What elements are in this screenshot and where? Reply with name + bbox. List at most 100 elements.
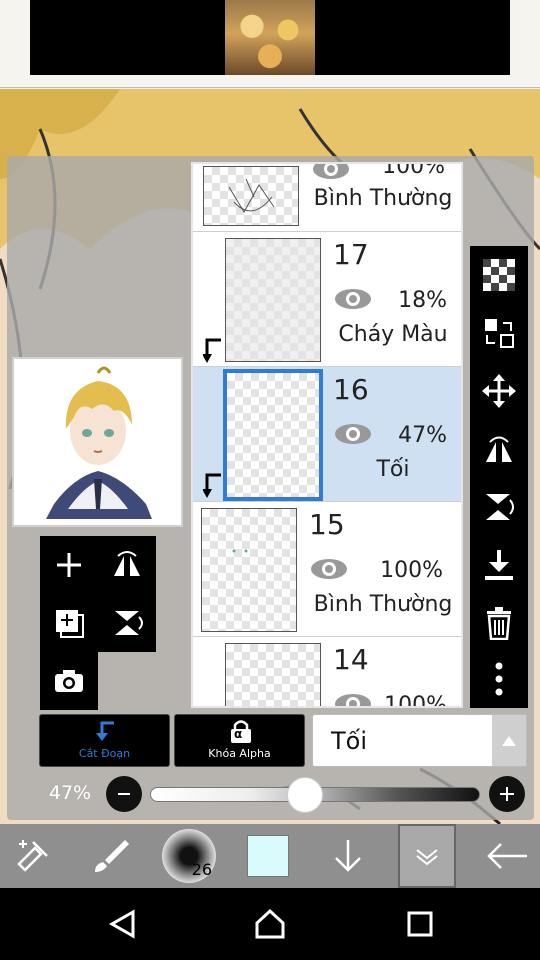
chevron-down-double-icon [416, 849, 438, 866]
blend-mode-dropdown-button[interactable] [492, 715, 526, 766]
layer-thumbnail-selected[interactable] [223, 369, 323, 501]
layer-blend-mode: Cháy Màu [338, 322, 448, 347]
flip-button[interactable] [470, 420, 528, 478]
duplicate-layer-button[interactable] [40, 594, 98, 652]
clipping-button[interactable]: Cắt Đoạn [39, 714, 170, 767]
layer-number: 16 [333, 373, 369, 406]
alpha-symbol: α [234, 727, 243, 741]
chevron-up-icon [502, 735, 516, 746]
flip-icon [486, 436, 512, 462]
delete-layer-button[interactable] [470, 594, 528, 652]
layer-row-15[interactable]: 15 100% Bình Thường [193, 502, 461, 637]
layer-row-partial[interactable]: 100% Bình Thường [193, 164, 461, 232]
brush-icon [95, 840, 129, 872]
layer-row-14[interactable]: 14 100% [193, 637, 461, 708]
clipping-label: Cắt Đoạn [78, 747, 131, 760]
character-preview-image [46, 366, 152, 519]
color-button[interactable] [240, 824, 296, 888]
opacity-decrease-button[interactable] [106, 776, 142, 812]
color-swatch [247, 835, 289, 877]
blend-mode-select[interactable]: Tối [312, 714, 527, 767]
layer-menu-button[interactable] [398, 824, 456, 888]
flip-vertical-button-right[interactable] [470, 478, 528, 536]
brush-size-button[interactable]: 26 [158, 824, 220, 888]
nav-back-button[interactable] [77, 888, 167, 960]
layers-list[interactable]: 100% Bình Thường 17 18% Cháy Màu 16 47% … [191, 162, 463, 708]
left-layer-tools [40, 536, 156, 710]
bottom-toolbar: 26 [0, 824, 540, 888]
flip-horizontal-button[interactable] [98, 536, 156, 594]
nav-home-button[interactable] [225, 888, 315, 960]
brush-size-value: 26 [191, 860, 212, 879]
flip-vertical-icon [486, 494, 514, 520]
alpha-lock-label: Khóa Alpha [208, 747, 271, 760]
layer-row-17[interactable]: 17 18% Cháy Màu [193, 232, 461, 367]
nav-back-icon [108, 909, 135, 939]
add-icon [57, 553, 81, 577]
layer-opacity: 47% [398, 423, 447, 448]
layer-down-button[interactable] [318, 824, 378, 888]
transparency-icon [483, 259, 515, 291]
add-layer-button[interactable] [40, 536, 98, 594]
layer-opacity: 100% [384, 693, 447, 708]
opacity-increase-button[interactable] [489, 776, 525, 812]
delete-icon [487, 607, 511, 640]
visibility-eye-icon[interactable] [311, 162, 351, 182]
nav-home-icon [255, 908, 285, 939]
back-button[interactable] [474, 824, 540, 888]
layer-opacity: 100% [382, 162, 445, 179]
canvas-preview[interactable] [12, 357, 183, 527]
add-layer-icon [56, 610, 84, 638]
visibility-eye-icon[interactable] [333, 286, 373, 312]
visibility-eye-icon[interactable] [309, 556, 349, 582]
visibility-eye-icon[interactable] [333, 421, 373, 447]
layer-number: 14 [333, 643, 369, 676]
brush-preview-icon: 26 [162, 829, 216, 883]
layer-thumbnail[interactable] [225, 238, 321, 362]
move-button[interactable] [470, 362, 528, 420]
layer-thumbnail[interactable] [201, 508, 297, 632]
layer-opacity: 18% [398, 288, 447, 313]
more-options-button[interactable] [470, 650, 528, 708]
ad-banner[interactable] [0, 0, 540, 88]
clipping-arrow-icon [203, 473, 221, 498]
alpha-lock-button[interactable]: α Khóa Alpha [174, 714, 305, 767]
transform-swap-button[interactable] [470, 304, 528, 362]
merge-down-button[interactable] [470, 536, 528, 594]
ad-image[interactable] [225, 0, 315, 75]
sketch-thumbnail-image [228, 178, 275, 213]
merge-down-icon [485, 550, 513, 580]
opacity-label: 47% [48, 782, 92, 804]
pen-eraser-icon [17, 840, 48, 872]
flip-vertical-button[interactable] [98, 594, 156, 652]
ad-frame[interactable] [30, 0, 510, 75]
right-layer-toolbar [470, 246, 528, 708]
flip-vertical-icon [115, 611, 143, 635]
arrow-left-icon [487, 843, 527, 869]
clipping-arrow-icon [203, 338, 221, 363]
layer-number: 15 [309, 508, 345, 541]
camera-icon [55, 670, 83, 692]
layer-thumbnail[interactable] [203, 166, 299, 226]
move-icon [482, 374, 516, 408]
camera-button[interactable] [40, 652, 98, 710]
layer-number: 17 [333, 238, 369, 271]
nav-recents-icon [407, 911, 433, 937]
system-navigation-bar [0, 888, 540, 960]
layer-row-16[interactable]: 16 47% Tối [193, 367, 461, 502]
layer-thumbnail[interactable] [225, 643, 321, 706]
opacity-slider-handle[interactable] [287, 777, 324, 813]
nav-recents-button[interactable] [375, 888, 465, 960]
app-screen: { "layers": { "partial_top": { "opacity"… [0, 0, 540, 960]
transparency-button[interactable] [470, 246, 528, 304]
flip-horizontal-icon [114, 551, 140, 576]
visibility-eye-icon[interactable] [333, 691, 373, 708]
transform-swap-icon [485, 319, 514, 348]
layer-blend-mode: Bình Thường [313, 186, 453, 211]
brush-button[interactable] [78, 824, 144, 888]
blend-mode-value: Tối [331, 727, 368, 755]
more-icon [495, 662, 503, 696]
plus-icon [500, 787, 514, 801]
tool-switch-button[interactable] [0, 824, 66, 888]
layer-blend-mode: Tối [376, 457, 410, 482]
